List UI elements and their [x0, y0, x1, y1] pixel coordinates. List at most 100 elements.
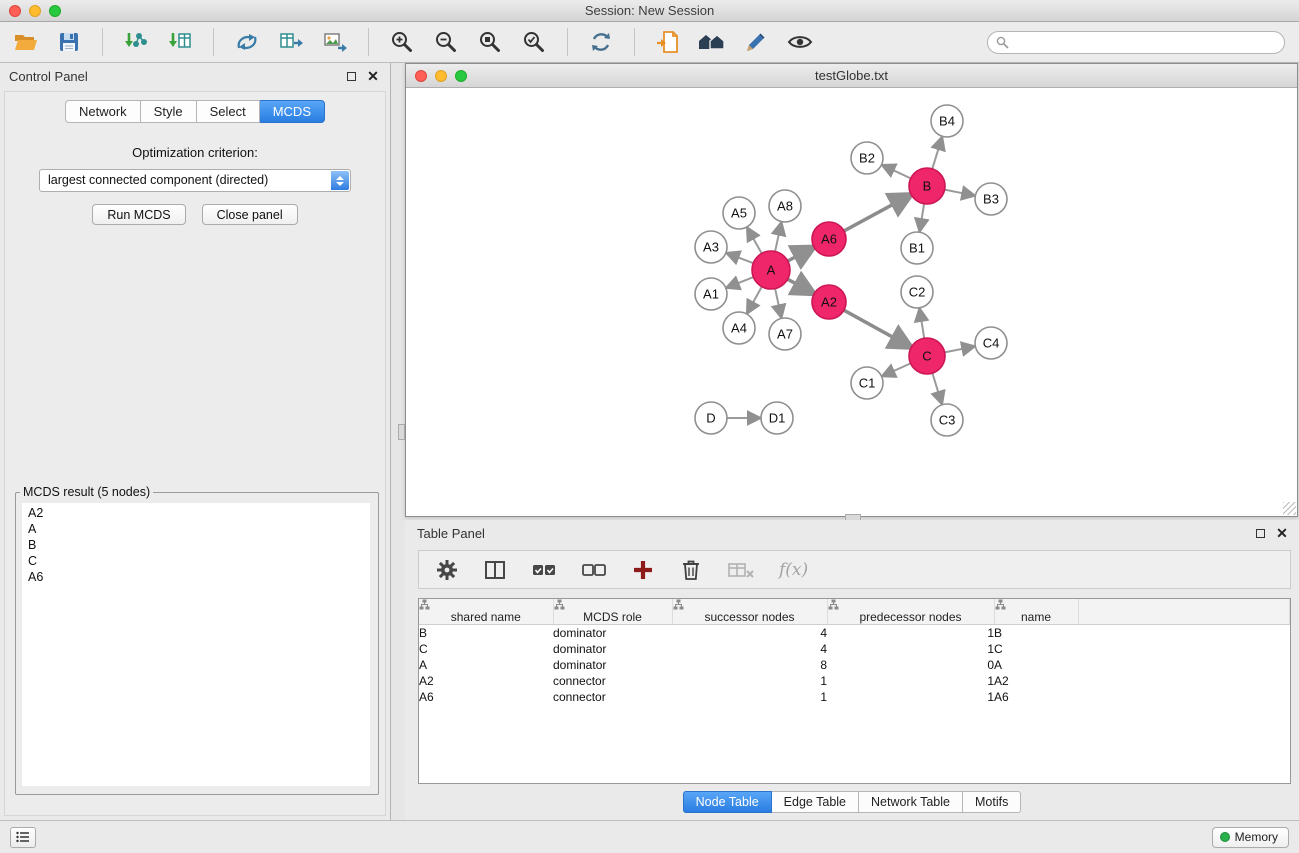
table-cell[interactable]: B [994, 625, 1078, 641]
task-history-button[interactable] [10, 827, 36, 848]
search-field[interactable] [987, 31, 1285, 54]
graph-edge-A-A1[interactable] [729, 277, 754, 287]
annotation-icon[interactable] [741, 28, 771, 56]
graph-node-B4[interactable]: B4 [931, 105, 963, 137]
column-header-shared-name[interactable]: shared name [419, 599, 553, 625]
show-columns-icon[interactable] [483, 558, 507, 582]
graph-edge-A-A2[interactable] [788, 279, 812, 292]
graph-node-C4[interactable]: C4 [975, 327, 1007, 359]
table-cell[interactable]: 4 [672, 625, 827, 641]
table-cell[interactable]: A6 [419, 689, 553, 705]
show-hide-panel-icon[interactable] [785, 28, 815, 56]
graph-edge-B-B3[interactable] [945, 190, 973, 196]
table-cell[interactable]: A [419, 657, 553, 673]
network-canvas[interactable]: B4B2BB3A8A5A6B1A3AC2A1A2A4A7C4CC1C3DD1 [406, 88, 1297, 516]
graph-node-D1[interactable]: D1 [761, 402, 793, 434]
table-row[interactable]: Cdominator41C [419, 641, 1290, 657]
float-table-panel-icon[interactable] [1252, 525, 1268, 541]
tab-motifs[interactable]: Motifs [963, 791, 1021, 813]
open-session-file-icon[interactable] [653, 28, 683, 56]
tab-node-table[interactable]: Node Table [683, 791, 772, 813]
network-minimize-button[interactable] [435, 70, 447, 82]
graph-node-B1[interactable]: B1 [901, 232, 933, 264]
mcds-result-item[interactable]: A6 [22, 569, 370, 585]
save-session-icon[interactable] [54, 28, 84, 56]
graph-node-A7[interactable]: A7 [769, 318, 801, 350]
graph-node-A1[interactable]: A1 [695, 278, 727, 310]
export-image-icon[interactable] [320, 28, 350, 56]
window-resize-grip[interactable] [1283, 502, 1296, 515]
network-zoom-button[interactable] [455, 70, 467, 82]
column-header-mcds-role[interactable]: MCDS role [553, 599, 672, 625]
table-row[interactable]: Adominator80A [419, 657, 1290, 673]
table-cell[interactable]: dominator [553, 625, 672, 641]
close-panel-icon[interactable]: ✕ [365, 68, 381, 84]
import-table-icon[interactable] [165, 28, 195, 56]
graph-edge-C-C2[interactable] [920, 311, 924, 338]
graph-node-C1[interactable]: C1 [851, 367, 883, 399]
table-cell[interactable]: A [994, 657, 1078, 673]
home-view-icon[interactable] [697, 28, 727, 56]
table-cell[interactable]: dominator [553, 641, 672, 657]
mcds-result-item[interactable]: A2 [22, 505, 370, 521]
graph-node-C[interactable]: C [909, 338, 945, 374]
zoom-window-button[interactable] [49, 5, 61, 17]
graph-node-B[interactable]: B [909, 168, 945, 204]
table-cell[interactable]: dominator [553, 657, 672, 673]
tab-select[interactable]: Select [197, 100, 260, 123]
deselect-all-icon[interactable] [581, 558, 607, 582]
graph-node-C3[interactable]: C3 [931, 404, 963, 436]
graph-edge-B-B2[interactable] [884, 166, 911, 178]
table-row[interactable]: Bdominator41B [419, 625, 1290, 641]
column-header-successor-nodes[interactable]: successor nodes [672, 599, 827, 625]
graph-node-A8[interactable]: A8 [769, 190, 801, 222]
table-row[interactable]: A2connector11A2 [419, 673, 1290, 689]
graph-edge-C-C3[interactable] [932, 373, 941, 402]
settings-gear-icon[interactable] [435, 558, 459, 582]
graph-node-B3[interactable]: B3 [975, 183, 1007, 215]
graph-edge-A-A3[interactable] [729, 254, 754, 263]
minimize-window-button[interactable] [29, 5, 41, 17]
graph-edge-C-C4[interactable] [945, 347, 973, 353]
close-window-button[interactable] [9, 5, 21, 17]
table-cell[interactable]: C [419, 641, 553, 657]
table-cell[interactable]: A2 [419, 673, 553, 689]
table-cell[interactable]: connector [553, 673, 672, 689]
mcds-result-item[interactable]: A [22, 521, 370, 537]
close-table-panel-icon[interactable]: ✕ [1274, 525, 1290, 541]
tab-edge-table[interactable]: Edge Table [772, 791, 859, 813]
graph-edge-C-C1[interactable] [884, 363, 910, 375]
table-cell[interactable]: 8 [672, 657, 827, 673]
select-all-icon[interactable] [531, 558, 557, 582]
import-network-icon[interactable] [121, 28, 151, 56]
table-cell[interactable]: 1 [672, 673, 827, 689]
splitter-handle[interactable] [398, 424, 405, 440]
graph-node-A3[interactable]: A3 [695, 231, 727, 263]
graph-edge-A2-C[interactable] [844, 310, 909, 346]
function-builder-icon[interactable]: f(x) [779, 560, 808, 580]
mcds-result-item[interactable]: C [22, 553, 370, 569]
graph-node-B2[interactable]: B2 [851, 142, 883, 174]
graph-node-A6[interactable]: A6 [812, 222, 846, 256]
graph-edge-B-B1[interactable] [920, 204, 924, 229]
search-input[interactable] [1014, 35, 1276, 49]
table-cell[interactable]: 1 [827, 625, 994, 641]
graph-edge-A-A6[interactable] [788, 248, 812, 261]
network-window-titlebar[interactable]: testGlobe.txt [406, 64, 1297, 88]
graph-node-D[interactable]: D [695, 402, 727, 434]
run-mcds-button[interactable]: Run MCDS [92, 204, 185, 225]
graph-edge-A6-B[interactable] [844, 196, 909, 231]
delete-rows-icon[interactable] [679, 558, 703, 582]
table-cell[interactable]: 4 [672, 641, 827, 657]
table-cell[interactable]: B [419, 625, 553, 641]
table-cell[interactable]: connector [553, 689, 672, 705]
graph-edge-A-A4[interactable] [748, 287, 762, 312]
add-row-icon[interactable] [631, 558, 655, 582]
graph-node-A5[interactable]: A5 [723, 197, 755, 229]
table-cell[interactable]: 0 [827, 657, 994, 673]
export-table-icon[interactable] [276, 28, 306, 56]
close-panel-button[interactable]: Close panel [202, 204, 298, 225]
column-header-predecessor-nodes[interactable]: predecessor nodes [827, 599, 994, 625]
graph-node-A4[interactable]: A4 [723, 312, 755, 344]
graph-node-A2[interactable]: A2 [812, 285, 846, 319]
